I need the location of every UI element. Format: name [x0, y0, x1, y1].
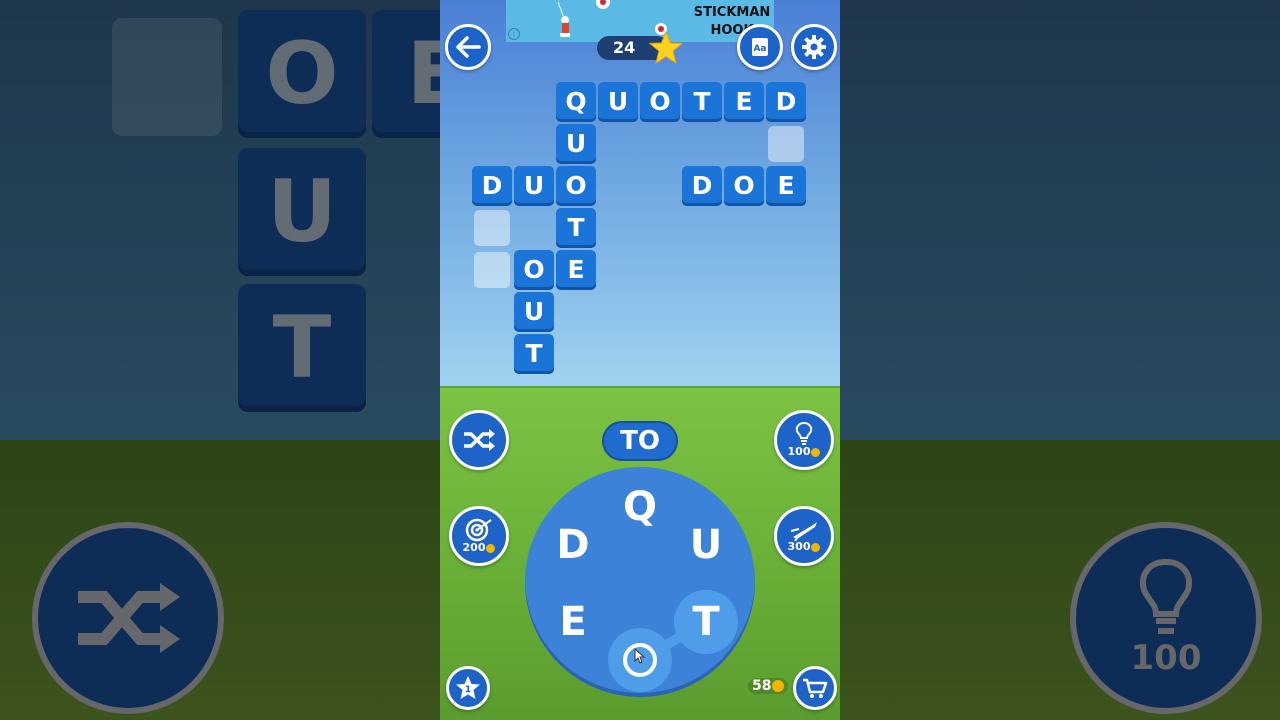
wheel-letter-u[interactable]: U: [681, 520, 731, 570]
wheel-letter-d[interactable]: D: [548, 520, 598, 570]
wheel-letter-t[interactable]: T: [681, 597, 731, 647]
left-background: O E U T: [0, 0, 440, 720]
selection-line: [635, 617, 711, 665]
coin-balance-value: 58: [752, 678, 772, 694]
right-background: 100: [840, 0, 1280, 720]
wheel-letter-q[interactable]: Q: [615, 482, 665, 532]
coin-balance: 58: [748, 678, 789, 694]
wheel-letter-e[interactable]: E: [548, 597, 598, 647]
cursor-icon: [634, 648, 646, 664]
shop-button[interactable]: [793, 666, 837, 710]
left-dim: [0, 0, 440, 720]
game-screen: STICKMAN HOOK i 24 Aa Q U O T E D U O T …: [440, 0, 840, 720]
coin-icon: [772, 680, 785, 692]
cart-icon: [803, 678, 828, 698]
right-dim: [840, 0, 1280, 720]
